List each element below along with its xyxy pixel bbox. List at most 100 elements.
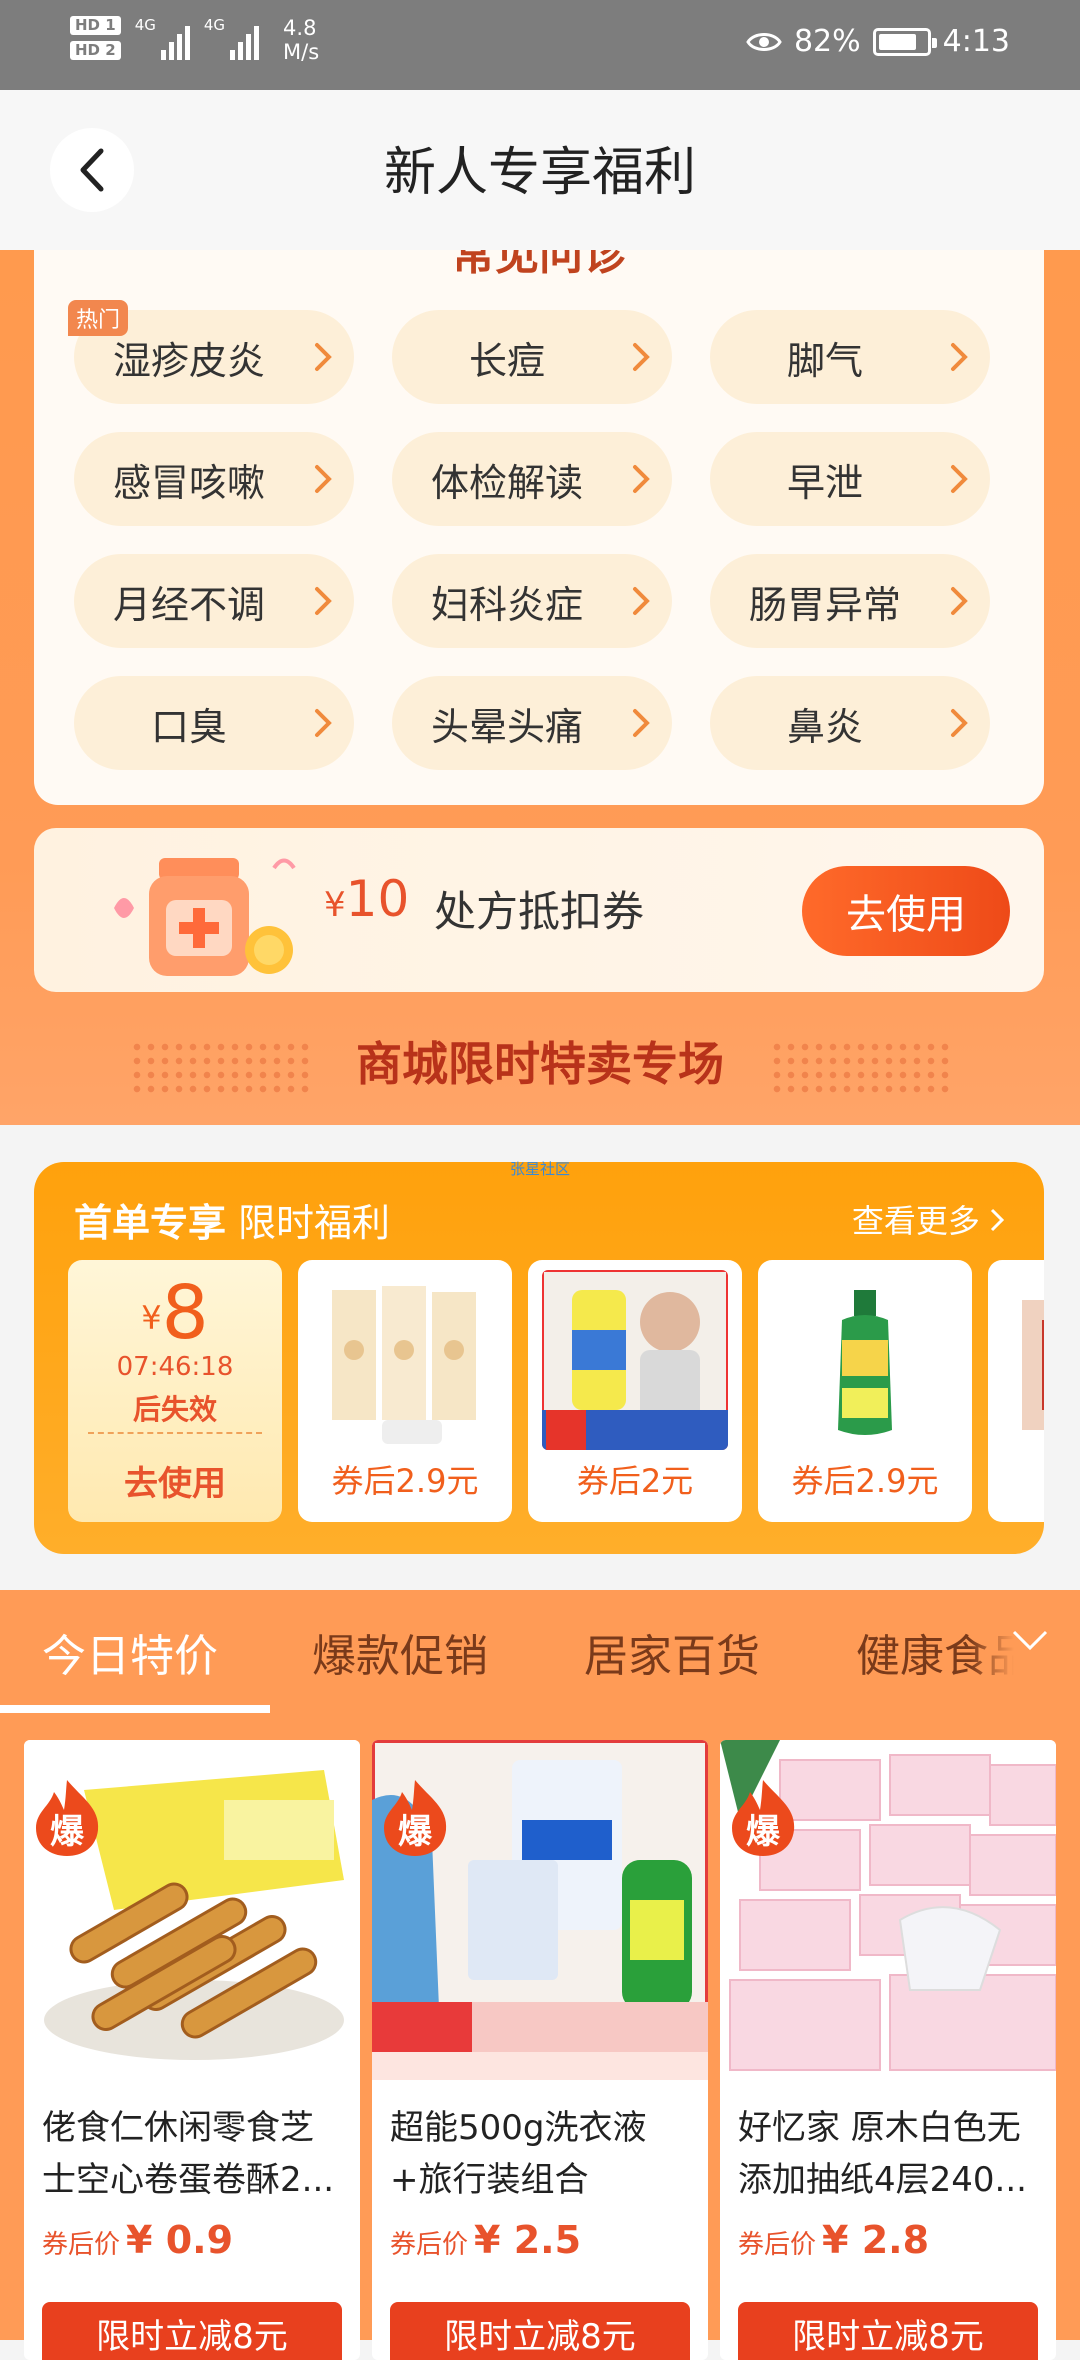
chevron-right-icon xyxy=(315,343,332,371)
product-image-gift-box xyxy=(1002,1270,1044,1450)
header: 新人专享福利 xyxy=(0,90,1080,250)
condition-label: 月经不调 xyxy=(112,582,265,627)
condition-pill[interactable]: 肠胃异常 xyxy=(710,554,990,648)
chevron-right-icon xyxy=(633,587,650,615)
signal-1-icon: 4G xyxy=(135,16,190,60)
condition-label: 妇科炎症 xyxy=(430,582,583,627)
chevron-right-icon xyxy=(315,465,332,493)
chevron-right-icon xyxy=(951,465,968,493)
condition-label: 感冒咳嗽 xyxy=(112,460,265,505)
speed-unit: M/s xyxy=(283,40,320,64)
signal-bar xyxy=(230,50,236,60)
product-card[interactable]: 爆 佬食仁休闲零食芝士空心卷蛋卷酥2... 券后价 ¥ 0.9 限时立减8元 xyxy=(24,1740,360,2360)
condition-pill[interactable]: 体检解读 xyxy=(392,432,672,526)
signal-bar xyxy=(160,50,166,60)
hd-badges: HD 1 HD 2 xyxy=(70,16,121,60)
chevron-down-icon[interactable] xyxy=(1010,1628,1050,1654)
conditions-card: 常见问诊 热门 湿疹皮炎 长痘 脚气 感冒咳嗽 体检解读 早泄 月经不调 妇科炎… xyxy=(34,250,1044,805)
hot-badge-text: 爆 xyxy=(746,1812,780,1852)
condition-pill[interactable]: 感冒咳嗽 xyxy=(74,432,354,526)
condition-pill[interactable]: 鼻炎 xyxy=(710,676,990,770)
orange-section: 常见问诊 热门 湿疹皮炎 长痘 脚气 感冒咳嗽 体检解读 早泄 月经不调 妇科炎… xyxy=(0,250,1080,1125)
hot-badge: 爆 xyxy=(32,1778,102,1858)
see-more-label: 查看更多 xyxy=(851,1202,980,1240)
eye-icon xyxy=(746,32,782,51)
hot-badge-text: 爆 xyxy=(50,1812,84,1852)
hot-badge: 爆 xyxy=(380,1778,450,1858)
active-tab-underline xyxy=(0,1705,270,1713)
condition-label: 肠胃异常 xyxy=(748,582,901,627)
status-right: 82% 4:13 xyxy=(746,24,1010,59)
hd2-text: HD xyxy=(75,41,101,59)
condition-label: 早泄 xyxy=(786,460,863,505)
product-image-bottle xyxy=(772,1270,958,1450)
first-order-product[interactable]: 券后 xyxy=(988,1260,1044,1522)
condition-pill[interactable]: 妇科炎症 xyxy=(392,554,672,648)
discount-button[interactable]: 限时立减8元 xyxy=(42,2302,342,2360)
first-order-product[interactable]: 券后2.9元 xyxy=(758,1260,972,1522)
watermark: 张星社区 xyxy=(509,1160,570,1178)
battery-icon xyxy=(872,27,937,56)
first-order-title-rest: 限时福利 xyxy=(238,1201,391,1245)
clock: 4:13 xyxy=(942,24,1010,59)
condition-label: 长痘 xyxy=(468,338,545,383)
use-coupon-button[interactable]: 去使用 xyxy=(802,866,1010,956)
discount-button[interactable]: 限时立减8元 xyxy=(390,2302,690,2360)
page-title: 新人专享福利 xyxy=(383,143,696,203)
product-card[interactable]: 爆 超能500g洗衣液+旅行装组合 券后价 ¥ 2.5 限时立减8元 xyxy=(372,1740,708,2360)
tab-today-deals[interactable]: 今日特价 xyxy=(42,1620,218,1684)
hd1-badge: HD 1 xyxy=(70,16,121,35)
condition-pill[interactable]: 长痘 xyxy=(392,310,672,404)
dashed-divider xyxy=(88,1432,262,1434)
signal-bar xyxy=(254,26,260,60)
chevron-right-icon xyxy=(990,1208,1005,1232)
condition-pill[interactable]: 热门 湿疹皮炎 xyxy=(68,300,354,404)
condition-pill[interactable]: 口臭 xyxy=(74,676,354,770)
first-order-title-bold: 首单专享 xyxy=(74,1201,227,1245)
product-price: 券后价 ¥ 0.9 xyxy=(42,2218,233,2262)
signal-bar xyxy=(168,42,174,60)
chevron-right-icon xyxy=(315,587,332,615)
product-card[interactable]: 爆 好忆家 原木白色无添加抽纸4层240... 券后价 ¥ 2.8 限时立减8元 xyxy=(720,1740,1056,2360)
chevron-right-icon xyxy=(951,709,968,737)
condition-pill[interactable]: 早泄 xyxy=(710,432,990,526)
speed-value: 4.8 xyxy=(283,16,317,40)
price-label: 券后价 xyxy=(390,2230,469,2260)
battery-percent: 82% xyxy=(793,24,861,59)
price-label: 券后价 xyxy=(42,2230,121,2260)
condition-label: 体检解读 xyxy=(430,460,583,505)
condition-label: 头晕头痛 xyxy=(430,704,583,749)
first-order-items: ¥8 07:46:18 后失效 去使用 券后2.9元 券后2元 券后2.9元 xyxy=(68,1260,1044,1522)
price-label: 券后价 xyxy=(738,2230,817,2260)
chevron-right-icon xyxy=(315,709,332,737)
status-left: HD 1 HD 2 4G 4G 4.8 M/s xyxy=(70,16,319,64)
product-name: 超能500g洗衣液+旅行装组合 xyxy=(390,2108,647,2200)
chevron-right-icon xyxy=(633,465,650,493)
condition-pill[interactable]: 月经不调 xyxy=(74,554,354,648)
hd1-sub: 1 xyxy=(105,16,116,34)
first-order-coupon[interactable]: ¥8 07:46:18 后失效 去使用 xyxy=(68,1260,282,1522)
first-order-product[interactable]: 券后2元 xyxy=(528,1260,742,1522)
product-coupon-price: 券后2.9元 xyxy=(331,1462,479,1500)
tab-hot-promo[interactable]: 爆款促销 xyxy=(312,1620,488,1684)
product-image-detergent xyxy=(542,1270,728,1450)
product-coupon-price: 券后2.9元 xyxy=(791,1462,939,1500)
price-value: 0.9 xyxy=(165,2218,234,2262)
condition-pill[interactable]: 头晕头痛 xyxy=(392,676,672,770)
use-coupon-link[interactable]: 去使用 xyxy=(68,1456,282,1505)
battery-fill xyxy=(878,33,917,50)
price-value: 2.5 xyxy=(513,2218,582,2262)
condition-label: 鼻炎 xyxy=(786,704,863,749)
see-more-link[interactable]: 查看更多 xyxy=(851,1196,1005,1242)
first-order-product[interactable]: 券后2.9元 xyxy=(298,1260,512,1522)
coupon-amount: ¥8 xyxy=(68,1270,282,1356)
hot-badge: 爆 xyxy=(728,1778,798,1858)
tab-home-goods[interactable]: 居家百货 xyxy=(584,1620,760,1684)
coupon-amount-value: 8 xyxy=(161,1270,209,1356)
signal-bar xyxy=(246,34,252,60)
discount-button[interactable]: 限时立减8元 xyxy=(738,2302,1038,2360)
condition-pill[interactable]: 脚气 xyxy=(710,310,990,404)
coupon-text: 处方抵扣券 xyxy=(434,887,645,936)
medicine-bottle-icon xyxy=(114,858,296,976)
countdown-timer: 07:46:18 xyxy=(116,1352,234,1382)
